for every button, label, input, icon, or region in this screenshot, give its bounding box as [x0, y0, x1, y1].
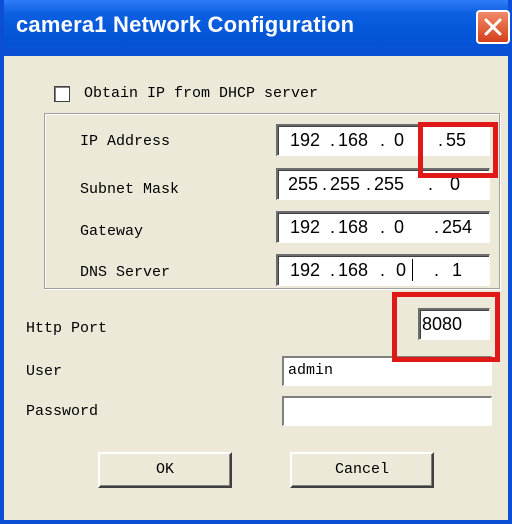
ip-octet-1[interactable]: 192 — [290, 130, 320, 151]
cancel-button[interactable]: Cancel — [290, 452, 434, 488]
subnet-dot-2: . — [366, 174, 372, 194]
dns-dot-3: . — [434, 260, 440, 280]
gateway-label: Gateway — [80, 223, 144, 240]
close-icon — [484, 18, 502, 36]
password-field[interactable] — [282, 396, 492, 426]
dns-server-label: DNS Server — [80, 264, 171, 281]
gateway-dot-3: . — [434, 217, 440, 237]
subnet-mask-label: Subnet Mask — [80, 181, 180, 198]
dhcp-label: Obtain IP from DHCP server — [84, 85, 319, 102]
dns-octet-3[interactable]: 0 — [396, 260, 406, 281]
close-button[interactable] — [476, 10, 510, 44]
dns-dot-2: . — [380, 260, 386, 280]
ip-dot-1: . — [330, 130, 336, 150]
dns-server-field[interactable]: 192 . 168 . 0 . 1 — [276, 254, 490, 286]
ok-button[interactable]: OK — [98, 452, 232, 488]
gateway-dot-1: . — [330, 217, 336, 237]
dns-octet-4[interactable]: 1 — [452, 260, 462, 281]
dns-octet-1[interactable]: 192 — [290, 260, 320, 281]
gateway-octet-2[interactable]: 168 — [338, 217, 368, 238]
gateway-octet-4[interactable]: 254 — [442, 217, 472, 238]
password-label: Password — [26, 403, 99, 420]
subnet-octet-3[interactable]: 255 — [374, 174, 404, 195]
dns-octet-2[interactable]: 168 — [338, 260, 368, 281]
title-bar[interactable]: camera1 Network Configuration — [4, 0, 510, 56]
http-port-label: Http Port — [26, 320, 108, 337]
gateway-octet-1[interactable]: 192 — [290, 217, 320, 238]
gateway-dot-2: . — [380, 217, 386, 237]
dns-dot-1: . — [330, 260, 336, 280]
text-caret — [412, 259, 413, 281]
ip-dot-2: . — [380, 130, 386, 150]
network-config-dialog: camera1 Network Configuration Obtain IP … — [0, 0, 512, 524]
gateway-octet-3[interactable]: 0 — [394, 217, 404, 238]
ip-octet-2[interactable]: 168 — [338, 130, 368, 151]
ip-octet-3[interactable]: 0 — [394, 130, 404, 151]
subnet-octet-2[interactable]: 255 — [330, 174, 360, 195]
port-highlight-box — [392, 292, 500, 362]
subnet-dot-1: . — [322, 174, 328, 194]
ip-address-label: IP Address — [80, 133, 171, 150]
user-label: User — [26, 363, 63, 380]
window-title: camera1 Network Configuration — [16, 12, 355, 37]
dhcp-checkbox[interactable] — [54, 86, 70, 102]
subnet-octet-1[interactable]: 255 — [288, 174, 318, 195]
ip-highlight-box — [418, 122, 498, 178]
gateway-field[interactable]: 192 . 168 . 0 . 254 — [276, 211, 490, 243]
